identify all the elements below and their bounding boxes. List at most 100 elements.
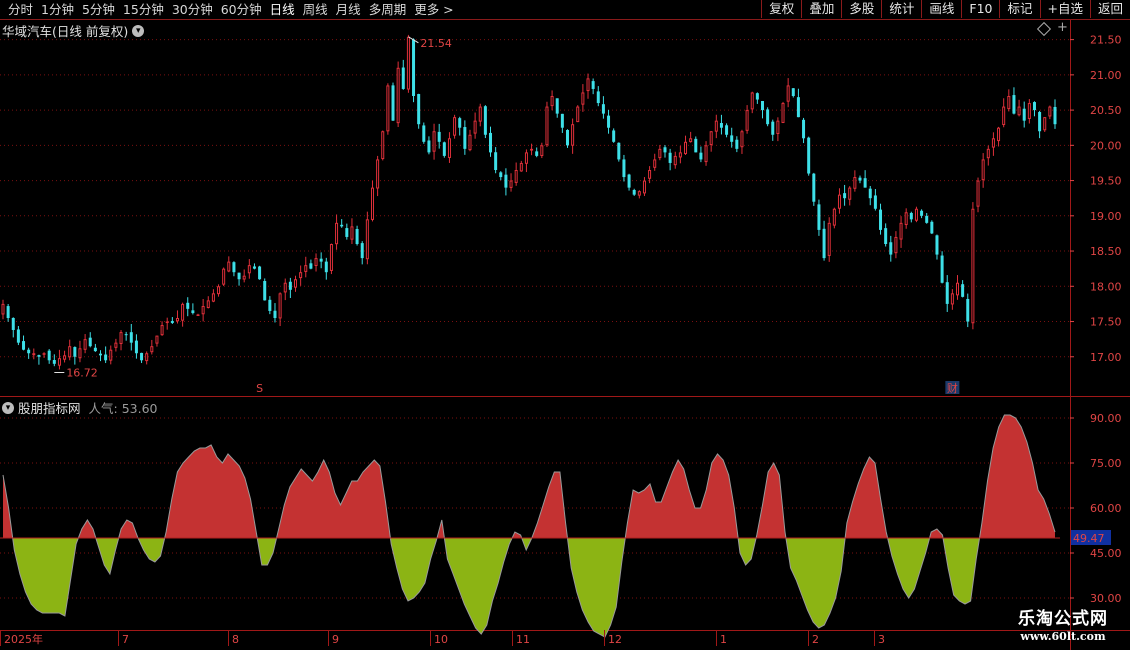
- candle: [140, 352, 144, 361]
- candle: [283, 282, 287, 293]
- candle: [925, 215, 929, 223]
- candle: [242, 275, 246, 280]
- candle: [986, 148, 990, 159]
- candle: [360, 243, 364, 259]
- candle: [612, 130, 616, 142]
- candle: [663, 147, 667, 153]
- y-tick-label: 21.00: [1090, 69, 1122, 82]
- candle: [11, 317, 15, 330]
- candle: [791, 88, 795, 96]
- chart-canvas[interactable]: 17.00 17.50 18.00 18.50 19.00 19.50 20.00 20.50…: [0, 0, 1130, 650]
- candle: [524, 152, 528, 164]
- candle: [601, 104, 605, 114]
- candle: [832, 208, 836, 226]
- candle: [668, 152, 672, 163]
- month-label: 1: [720, 633, 727, 646]
- candle: [935, 235, 939, 255]
- candle: [509, 180, 513, 188]
- candle: [432, 131, 436, 152]
- event-marker-s: S: [256, 382, 263, 395]
- candle: [247, 265, 251, 274]
- candle: [961, 284, 965, 297]
- candle: [709, 131, 713, 146]
- candle: [848, 187, 852, 200]
- candle: [273, 310, 277, 318]
- candle: [365, 219, 369, 260]
- y-tick-label: 17.00: [1090, 351, 1122, 364]
- candle: [345, 228, 349, 237]
- candle: [165, 321, 169, 324]
- candle: [689, 138, 693, 143]
- candle: [422, 125, 426, 142]
- candle: [591, 81, 595, 89]
- candle: [745, 110, 749, 131]
- candle: [211, 293, 215, 302]
- chevron-down-icon[interactable]: ▾: [132, 24, 145, 37]
- watermark-title: 乐淘公式网: [1018, 609, 1108, 629]
- candle: [658, 148, 662, 159]
- candle: [93, 347, 97, 352]
- candle: [1043, 117, 1047, 131]
- candle: [442, 142, 446, 156]
- candle: [781, 103, 785, 123]
- area-below-baseline: [887, 538, 930, 598]
- high-price-label: 21.54: [420, 37, 452, 50]
- candle: [370, 187, 374, 220]
- candle: [489, 132, 493, 153]
- candle: [1032, 102, 1036, 111]
- candle: [335, 222, 339, 245]
- chevron-down-icon[interactable]: ▾: [2, 401, 14, 414]
- candle: [827, 222, 831, 256]
- area-above-baseline: [845, 457, 888, 538]
- candle: [1017, 106, 1021, 116]
- candle: [237, 272, 241, 280]
- area-above-baseline: [979, 415, 1055, 538]
- candle: [930, 221, 934, 234]
- candle: [719, 123, 723, 128]
- month-label: 2: [812, 633, 819, 646]
- plus-icon[interactable]: +: [1057, 20, 1068, 35]
- candle: [530, 148, 534, 151]
- area-above-baseline: [531, 472, 568, 538]
- candle: [822, 228, 826, 259]
- candle: [483, 106, 487, 135]
- candle: [268, 299, 272, 311]
- candle: [607, 115, 611, 128]
- candle: [16, 329, 20, 343]
- candle: [258, 266, 262, 280]
- candle: [817, 204, 821, 230]
- candle: [417, 94, 421, 125]
- candle: [299, 272, 303, 279]
- candle: [217, 286, 221, 295]
- candle: [401, 67, 405, 89]
- month-label: 8: [232, 633, 239, 646]
- candle: [437, 131, 441, 142]
- candle: [104, 354, 108, 361]
- candle: [304, 265, 308, 272]
- candle: [155, 335, 159, 344]
- candle: [843, 193, 847, 199]
- candle: [581, 92, 585, 105]
- y-tick-label: 19.50: [1090, 175, 1122, 188]
- candle: [776, 120, 780, 135]
- indicator-title: 股朋指标网: [18, 401, 81, 416]
- candle: [47, 350, 51, 361]
- candle: [278, 293, 282, 319]
- candle: [6, 306, 10, 318]
- candle: [1022, 108, 1026, 121]
- candle: [83, 339, 87, 350]
- candle: [201, 306, 205, 315]
- candle: [57, 358, 61, 366]
- candle: [412, 39, 416, 96]
- candle: [909, 212, 913, 220]
- candle: [976, 180, 980, 207]
- candle: [129, 332, 133, 343]
- month-label: 12: [608, 633, 622, 646]
- area-below-baseline: [785, 538, 846, 628]
- stock-title: 华域汽车(日线 前复权): [2, 24, 129, 39]
- candle: [1038, 112, 1042, 132]
- candle: [555, 98, 559, 114]
- candle: [879, 209, 883, 230]
- candle: [627, 174, 631, 188]
- candle: [206, 300, 210, 309]
